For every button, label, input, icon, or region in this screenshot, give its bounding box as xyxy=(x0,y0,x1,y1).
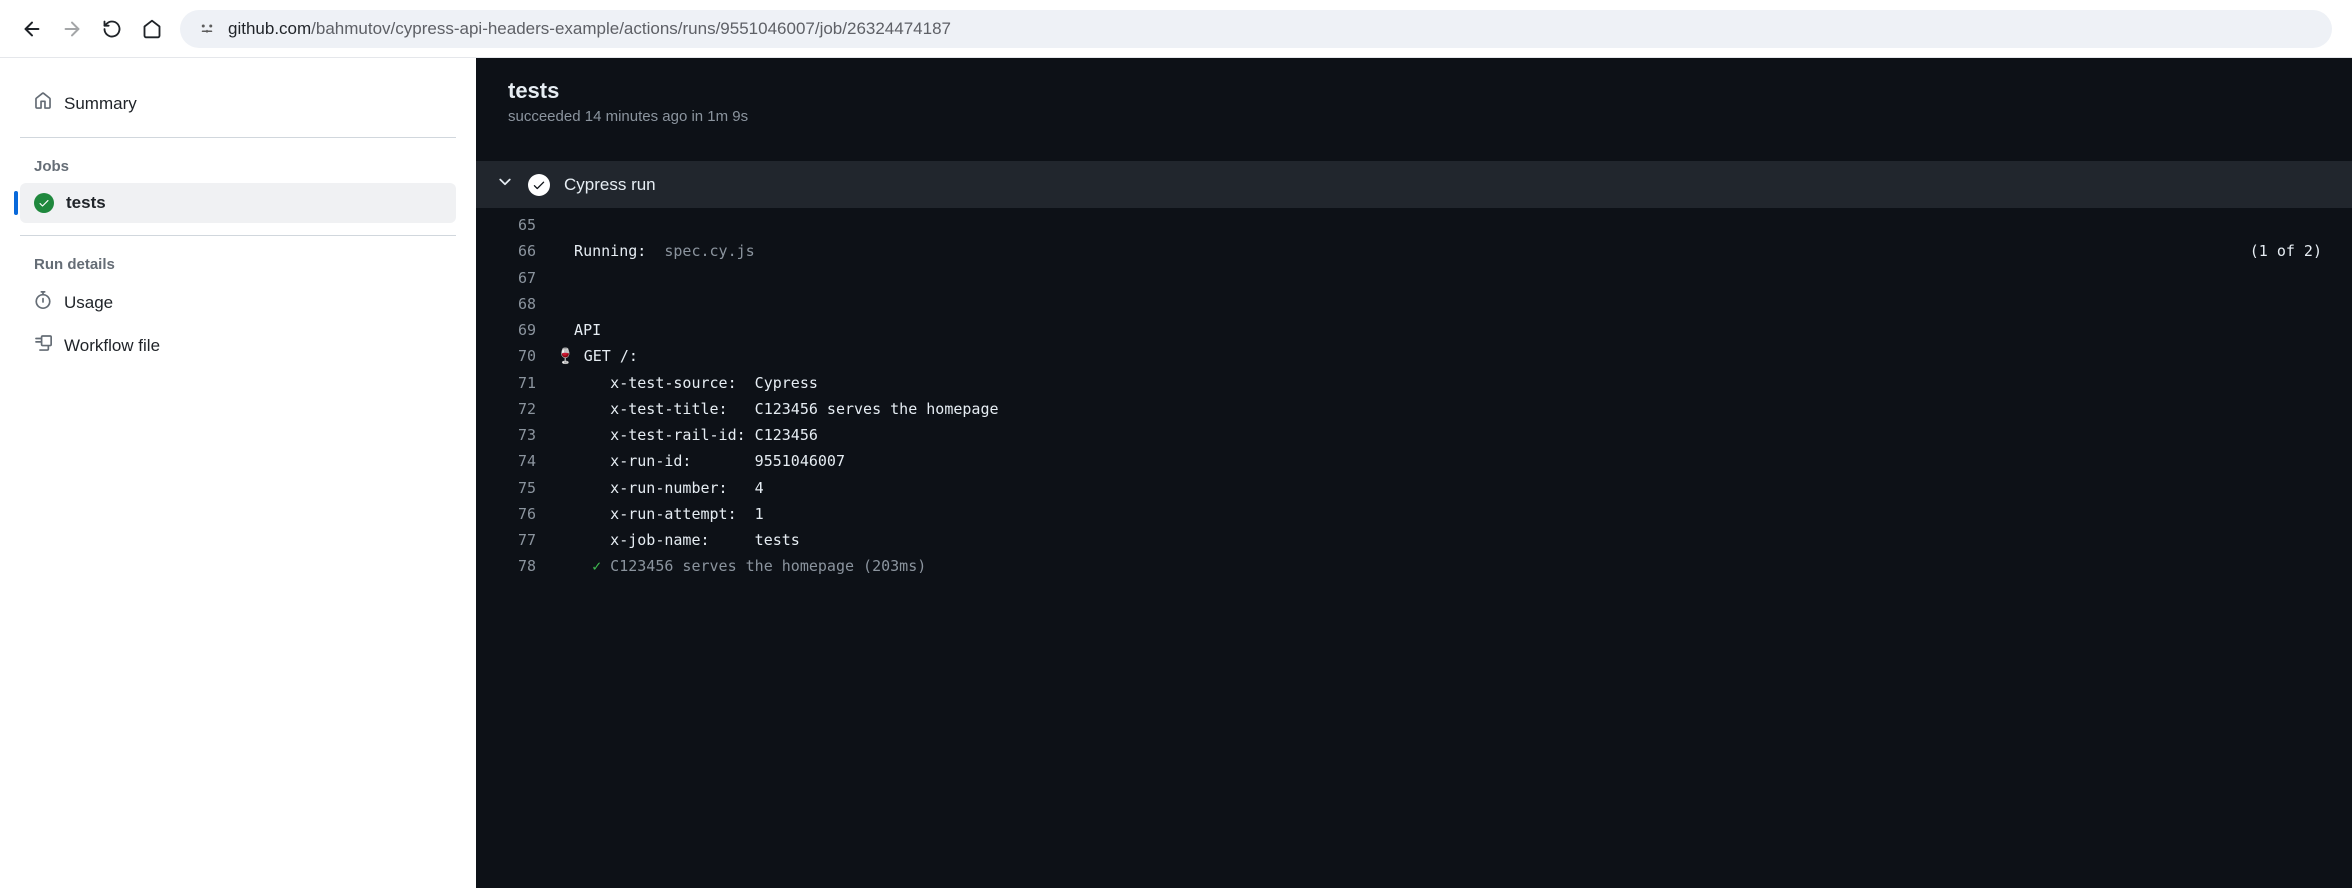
log-line: 76 x-run-attempt: 1 xyxy=(476,501,2352,527)
job-title: tests xyxy=(508,78,2320,104)
sidebar-item-label: tests xyxy=(66,193,106,213)
line-content xyxy=(556,212,2332,238)
line-content: Running: spec.cy.js(1 of 2) xyxy=(556,238,2332,264)
log-line: 77 x-job-name: tests xyxy=(476,527,2352,553)
log-line: 71 x-test-source: Cypress xyxy=(476,370,2352,396)
site-settings-icon[interactable] xyxy=(198,20,216,38)
log-line: 67 xyxy=(476,265,2352,291)
line-content: API xyxy=(556,317,2332,343)
log-line: 69 API xyxy=(476,317,2352,343)
back-button[interactable] xyxy=(20,17,44,41)
log-line: 66 Running: spec.cy.js(1 of 2) xyxy=(476,238,2352,264)
line-number: 67 xyxy=(496,265,536,291)
line-number: 66 xyxy=(496,238,536,264)
sidebar-item-label: Usage xyxy=(64,293,113,313)
chevron-down-icon xyxy=(496,173,514,196)
stopwatch-icon xyxy=(34,291,52,314)
line-number: 76 xyxy=(496,501,536,527)
line-content: x-run-id: 9551046007 xyxy=(556,448,2332,474)
line-number: 73 xyxy=(496,422,536,448)
step-success-icon xyxy=(528,174,550,196)
sidebar-usage[interactable]: Usage xyxy=(20,281,456,324)
line-content: 🍷 GET /: xyxy=(556,343,2332,369)
sidebar-item-label: Workflow file xyxy=(64,336,160,356)
line-number: 77 xyxy=(496,527,536,553)
line-number: 72 xyxy=(496,396,536,422)
forward-button[interactable] xyxy=(60,17,84,41)
run-details-heading: Run details xyxy=(20,248,456,281)
home-icon xyxy=(34,92,52,115)
line-content: x-test-rail-id: C123456 xyxy=(556,422,2332,448)
line-content: x-run-number: 4 xyxy=(556,475,2332,501)
job-header: tests succeeded 14 minutes ago in 1m 9s xyxy=(476,58,2352,141)
sidebar-item-label: Summary xyxy=(64,94,137,114)
line-number: 70 xyxy=(496,343,536,369)
job-status: succeeded 14 minutes ago in 1m 9s xyxy=(508,108,2320,125)
line-content: ✓ C123456 serves the homepage (203ms) xyxy=(556,553,2332,579)
workflow-file-icon xyxy=(34,334,52,357)
log-line: 72 x-test-title: C123456 serves the home… xyxy=(476,396,2352,422)
log-line: 68 xyxy=(476,291,2352,317)
line-content xyxy=(556,291,2332,317)
jobs-heading: Jobs xyxy=(20,150,456,183)
log-line: 78 ✓ C123456 serves the homepage (203ms) xyxy=(476,553,2352,579)
log-output[interactable]: 6566 Running: spec.cy.js(1 of 2)676869 A… xyxy=(476,208,2352,584)
line-content: x-run-attempt: 1 xyxy=(556,501,2332,527)
line-content: x-test-title: C123456 serves the homepag… xyxy=(556,396,2332,422)
line-content: x-test-source: Cypress xyxy=(556,370,2332,396)
address-bar[interactable]: github.com/bahmutov/cypress-api-headers-… xyxy=(180,10,2332,48)
divider xyxy=(20,235,456,236)
line-content: x-job-name: tests xyxy=(556,527,2332,553)
line-number: 65 xyxy=(496,212,536,238)
browser-toolbar: github.com/bahmutov/cypress-api-headers-… xyxy=(0,0,2352,58)
step-cypress-run[interactable]: Cypress run xyxy=(476,161,2352,208)
home-button[interactable] xyxy=(140,17,164,41)
sidebar-job-tests[interactable]: tests xyxy=(20,183,456,223)
log-line: 74 x-run-id: 9551046007 xyxy=(476,448,2352,474)
line-content xyxy=(556,265,2332,291)
sidebar-workflow-file[interactable]: Workflow file xyxy=(20,324,456,367)
line-number: 69 xyxy=(496,317,536,343)
step-title: Cypress run xyxy=(564,175,656,195)
line-number: 78 xyxy=(496,553,536,579)
url-display: github.com/bahmutov/cypress-api-headers-… xyxy=(228,19,951,39)
log-line: 75 x-run-number: 4 xyxy=(476,475,2352,501)
sidebar-summary[interactable]: Summary xyxy=(20,82,456,125)
line-number: 74 xyxy=(496,448,536,474)
line-number: 68 xyxy=(496,291,536,317)
log-line: 73 x-test-rail-id: C123456 xyxy=(476,422,2352,448)
job-log-panel: tests succeeded 14 minutes ago in 1m 9s … xyxy=(476,58,2352,888)
line-number: 71 xyxy=(496,370,536,396)
divider xyxy=(20,137,456,138)
log-line: 70 🍷 GET /: xyxy=(476,343,2352,369)
reload-button[interactable] xyxy=(100,17,124,41)
line-number: 75 xyxy=(496,475,536,501)
success-check-icon xyxy=(34,193,54,213)
sidebar: Summary Jobs tests Run details Usage Wor… xyxy=(0,58,476,888)
log-line: 65 xyxy=(476,212,2352,238)
